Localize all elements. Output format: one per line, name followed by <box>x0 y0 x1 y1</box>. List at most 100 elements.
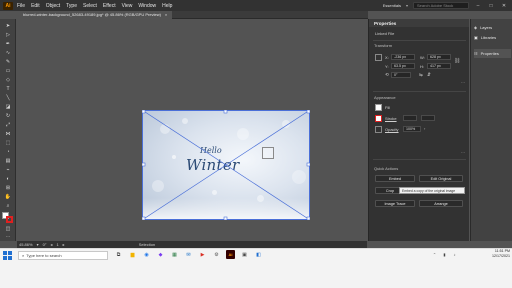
menu-type[interactable]: Type <box>66 3 77 9</box>
task-view-icon[interactable]: ⧉ <box>114 250 123 259</box>
more-tools-icon[interactable]: ⋯ <box>4 234 12 240</box>
current-tool: Selection <box>138 242 156 247</box>
opacity-field[interactable]: 100% <box>403 126 421 132</box>
rotation-field[interactable]: 0° <box>391 72 411 78</box>
stroke-style-dropdown[interactable] <box>421 115 435 121</box>
next-artboard-icon[interactable]: ▸ <box>63 242 65 247</box>
tab-close-icon[interactable]: × <box>165 12 167 17</box>
more-options-icon[interactable]: ⋯ <box>461 150 465 155</box>
properties-panel-button[interactable]: ☷ Properties <box>474 49 511 58</box>
artboard-number[interactable]: 1 <box>56 242 58 247</box>
opacity-label[interactable]: Opacity <box>385 127 399 132</box>
prev-artboard-icon[interactable]: ◂ <box>50 242 52 247</box>
document-tab[interactable]: blurred-winter-background_52683-49189.jp… <box>18 10 173 19</box>
type-tool-icon[interactable]: T <box>4 86 12 92</box>
menu-select[interactable]: Select <box>83 3 97 9</box>
settings-app-icon[interactable]: ⚙ <box>212 250 221 259</box>
height-field[interactable]: 417 px <box>427 63 451 69</box>
x-field[interactable]: -236 px <box>391 54 415 60</box>
spreadsheet-app-icon[interactable]: ▦ <box>170 250 179 259</box>
app-icon[interactable]: ◆ <box>156 250 165 259</box>
stroke-color-swatch[interactable] <box>375 115 382 122</box>
pen-tool-icon[interactable]: ✒ <box>4 41 12 47</box>
placed-image[interactable]: Hello Winter <box>142 110 310 220</box>
chevron-down-icon[interactable]: ▾ <box>37 242 39 247</box>
chevron-right-icon[interactable]: › <box>424 126 425 131</box>
reference-point-icon[interactable] <box>375 54 382 61</box>
start-windows-icon[interactable] <box>3 251 12 260</box>
gradient-tool-icon[interactable]: ▤ <box>4 158 12 164</box>
zoom-tool-icon[interactable]: ⌕ <box>4 203 12 209</box>
illustrator-logo: Ai <box>3 1 13 10</box>
close-icon[interactable]: ✕ <box>500 3 508 9</box>
stroke-swatch[interactable] <box>6 216 13 223</box>
paintbrush-tool-icon[interactable]: ✎ <box>4 59 12 65</box>
eyedropper-tool-icon[interactable]: ⌁ <box>4 167 12 173</box>
layers-panel-button[interactable]: ◈ Layers <box>474 23 511 32</box>
shaper-tool-icon[interactable]: ◇ <box>4 77 12 83</box>
selection-tool-icon[interactable]: ➤ <box>4 23 12 29</box>
edit-original-button[interactable]: Edit Original <box>419 175 463 182</box>
rotate-tool-icon[interactable]: ↻ <box>4 113 12 119</box>
embed-tooltip: Embed a copy of the original image <box>399 187 465 194</box>
scale-tool-icon[interactable]: ⤢ <box>4 122 12 128</box>
document-tab-title: blurred-winter-background_52683-49189.jp… <box>23 12 161 17</box>
mail-icon[interactable]: ✉ <box>184 250 193 259</box>
stock-search-input[interactable]: Search Adobe Stock <box>413 2 469 9</box>
menu-object[interactable]: Object <box>46 3 60 9</box>
eraser-tool-icon[interactable]: ◪ <box>4 104 12 110</box>
fill-color-swatch[interactable] <box>375 104 382 111</box>
free-transform-tool-icon[interactable]: ⬚ <box>4 140 12 146</box>
minimize-icon[interactable]: – <box>474 3 482 9</box>
app-icon[interactable]: ◧ <box>254 250 263 259</box>
libraries-panel-button[interactable]: ▣ Libraries <box>474 33 511 42</box>
appearance-section-title: Appearance <box>374 95 396 100</box>
flip-vertical-icon[interactable]: ⇵ <box>427 72 431 78</box>
arrange-button[interactable]: Arrange <box>419 200 463 207</box>
embed-button[interactable]: Embed <box>375 175 415 182</box>
volume-icon[interactable]: ♪ <box>450 250 459 259</box>
draw-mode-icon[interactable]: ◫ <box>4 226 12 232</box>
menu-view[interactable]: View <box>122 3 133 9</box>
image-trace-button[interactable]: Image Trace <box>375 200 415 207</box>
opacity-icon <box>375 126 382 133</box>
app-icon[interactable]: ▣ <box>240 250 249 259</box>
rectangle-tool-icon[interactable]: ▭ <box>4 68 12 74</box>
hand-tool-icon[interactable]: ✋ <box>4 194 12 200</box>
flip-horizontal-icon[interactable]: ⇋ <box>419 72 423 78</box>
chevron-down-icon[interactable]: ▾ <box>406 3 408 8</box>
more-options-icon[interactable]: ⋯ <box>461 80 465 85</box>
network-icon[interactable]: ▮ <box>440 250 449 259</box>
file-explorer-icon[interactable]: ▆ <box>128 250 137 259</box>
taskbar-search-input[interactable]: ⌕ Type here to search <box>18 251 108 260</box>
rotation-value[interactable]: 0° <box>43 242 47 247</box>
panel-dock: ◈ Layers ▣ Libraries ☷ Properties <box>470 19 512 241</box>
stroke-weight-field[interactable] <box>403 115 417 121</box>
curvature-tool-icon[interactable]: ∿ <box>4 50 12 56</box>
width-field[interactable]: 628 px <box>427 54 451 60</box>
shape-builder-tool-icon[interactable]: ◔ <box>4 149 12 155</box>
line-tool-icon[interactable]: ╲ <box>4 95 12 101</box>
chrome-icon[interactable]: ◉ <box>142 250 151 259</box>
menu-window[interactable]: Window <box>138 3 156 9</box>
menu-effect[interactable]: Effect <box>103 3 116 9</box>
menu-help[interactable]: Help <box>162 3 172 9</box>
clock[interactable]: 11:51 PM 12/17/2021 <box>472 249 510 259</box>
direct-selection-tool-icon[interactable]: ▷ <box>4 32 12 38</box>
tray-chevron-icon[interactable]: ⌃ <box>430 250 439 259</box>
properties-tab[interactable]: Properties <box>369 19 469 27</box>
menu-file[interactable]: File <box>17 3 25 9</box>
stroke-label[interactable]: Stroke <box>385 116 397 121</box>
width-tool-icon[interactable]: ⋈ <box>4 131 12 137</box>
artboard-tool-icon[interactable]: ⊞ <box>4 185 12 191</box>
workspace-switcher[interactable]: Essentials <box>383 3 401 8</box>
properties-panel: Properties Linked File Transform X: -236… <box>368 19 469 241</box>
blend-tool-icon[interactable]: ◐ <box>4 176 12 182</box>
maximize-icon[interactable]: □ <box>487 3 495 9</box>
menu-edit[interactable]: Edit <box>31 3 40 9</box>
media-app-icon[interactable]: ▶ <box>198 250 207 259</box>
illustrator-taskbar-icon[interactable]: Ai <box>226 250 235 259</box>
y-field[interactable]: 63.5 px <box>391 63 415 69</box>
link-proportions-icon[interactable]: ⛓ <box>454 58 460 64</box>
zoom-level[interactable]: 45.86% <box>19 242 33 247</box>
